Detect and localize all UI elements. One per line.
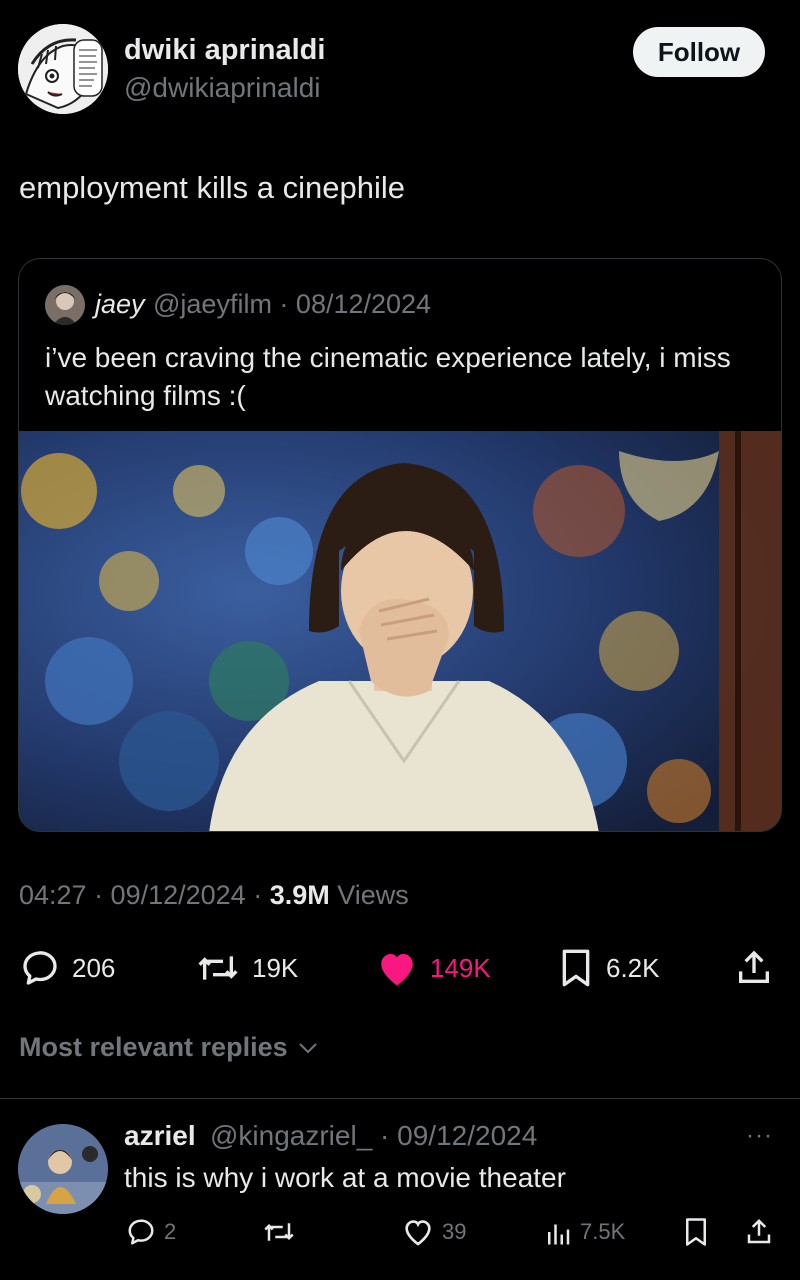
reply-item[interactable]: azriel @kingazriel_ · 09/12/2024 ··· thi…	[0, 1100, 800, 1280]
reply-views-count: 7.5K	[580, 1219, 626, 1244]
share-icon	[739, 950, 769, 983]
reply-action[interactable]: 206	[20, 940, 115, 996]
manga-avatar-image	[18, 24, 108, 114]
share-icon	[747, 1218, 771, 1244]
quoted-tweet-text: i’ve been craving the cinematic experien…	[45, 342, 731, 411]
reply-reply-action[interactable]: 2	[126, 1210, 176, 1254]
tweet-meta: 04:27 · 09/12/2024 · 3.9M Views	[19, 880, 409, 911]
heart-icon	[405, 1220, 431, 1246]
tweet-text: employment kills a cinephile	[19, 170, 405, 205]
share-action[interactable]	[734, 940, 774, 996]
reply-share-action[interactable]	[744, 1210, 774, 1254]
quoted-author-avatar[interactable]	[45, 285, 85, 325]
film-still-image	[19, 431, 781, 831]
reply-views-action[interactable]: 7.5K	[544, 1210, 625, 1254]
reply-like-count: 39	[442, 1219, 467, 1244]
views-label: Views	[329, 880, 409, 910]
quoted-media-image[interactable]	[19, 431, 781, 831]
repost-icon	[264, 1223, 294, 1241]
quoted-handle-date: @jaeyfilm · 08/12/2024	[153, 289, 432, 319]
reply-text: this is why i work at a movie theater	[124, 1162, 566, 1193]
reply-author-name[interactable]: azriel	[124, 1120, 196, 1152]
views-chart-icon	[548, 1224, 570, 1245]
bookmark-count: 6.2K	[606, 952, 660, 983]
heart-filled-icon	[381, 954, 413, 986]
reply-icon	[128, 1219, 154, 1245]
repost-icon	[198, 956, 238, 980]
bookmark-action[interactable]: 6.2K	[558, 940, 660, 996]
tweet-actions: 206 19K 149K 6.2K	[0, 940, 800, 996]
like-action[interactable]: 149K	[376, 940, 491, 996]
replies-sort-label: Most relevant replies	[19, 1032, 288, 1062]
reply-repost-action[interactable]	[262, 1210, 296, 1254]
reply-bookmark-action[interactable]	[682, 1210, 710, 1254]
author-name[interactable]: dwiki aprinaldi	[124, 34, 325, 67]
reply-handle-date: @kingazriel_ · 09/12/2024	[210, 1120, 538, 1151]
reply-like-action[interactable]: 39	[402, 1210, 466, 1254]
divider	[0, 1098, 800, 1099]
repost-count: 19K	[252, 952, 299, 983]
chevron-down-icon	[298, 1042, 317, 1053]
author-avatar[interactable]	[18, 24, 108, 114]
replies-sort-dropdown[interactable]: Most relevant replies	[19, 1032, 320, 1063]
reply-reply-count: 2	[164, 1219, 177, 1244]
views-count: 3.9M	[269, 880, 330, 910]
reply-count: 206	[72, 952, 116, 983]
bookmark-icon	[562, 949, 590, 987]
repost-action[interactable]: 19K	[196, 940, 298, 996]
tweet-header: dwiki aprinaldi @dwikiaprinaldi Follow	[0, 0, 800, 130]
quoted-tweet[interactable]: jaey @jaeyfilm · 08/12/2024 i’ve been cr…	[18, 258, 782, 832]
reply-avatar-image	[18, 1124, 108, 1214]
follow-button[interactable]: Follow	[633, 27, 765, 77]
like-count: 149K	[430, 952, 491, 983]
more-options-icon[interactable]: ···	[746, 1122, 773, 1150]
quoted-avatar-image	[45, 285, 85, 325]
tweet-time-date: 04:27 · 09/12/2024 ·	[19, 880, 270, 910]
reply-actions: 2 39 7.5K	[0, 1210, 800, 1254]
reply-author-avatar[interactable]	[18, 1124, 108, 1214]
author-handle[interactable]: @dwikiaprinaldi	[124, 72, 321, 104]
quoted-author-name[interactable]: jaey	[95, 289, 145, 320]
bookmark-icon	[686, 1218, 706, 1246]
reply-icon	[23, 951, 57, 985]
